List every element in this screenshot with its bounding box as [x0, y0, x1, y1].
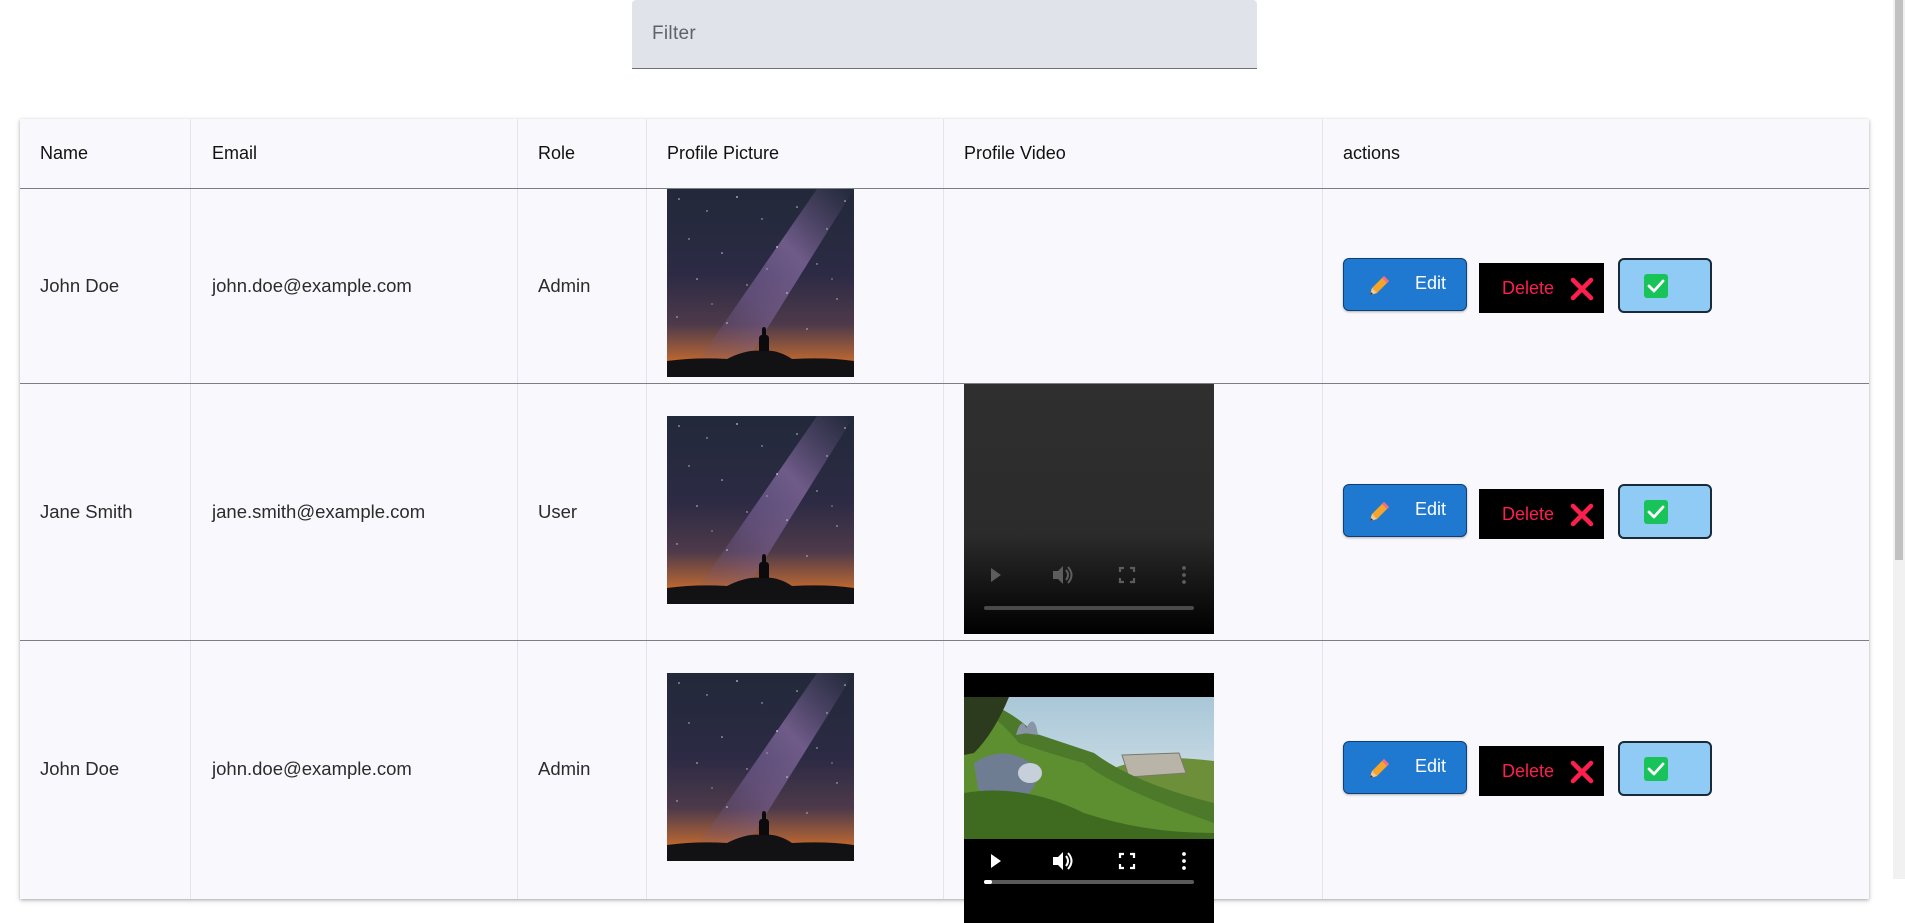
profile-picture [667, 189, 854, 377]
confirm-button[interactable] [1618, 484, 1712, 539]
edit-button[interactable]: Edit [1343, 741, 1467, 794]
column-divider [190, 119, 191, 899]
edit-button-label: Edit [1415, 756, 1447, 776]
users-table: Name Email Role Profile Picture Profile … [20, 119, 1869, 923]
delete-button-label: Delete [1502, 504, 1555, 524]
edit-button-label: Edit [1415, 499, 1447, 519]
cell-role: Admin [538, 758, 591, 779]
video-progress-bar [984, 880, 1194, 884]
more-options-icon [1182, 852, 1186, 870]
column-divider [943, 119, 944, 899]
confirm-button[interactable] [1618, 741, 1712, 796]
cell-email: john.doe@example.com [212, 758, 412, 779]
edit-button[interactable]: Edit [1343, 484, 1467, 537]
cell-name: Jane Smith [40, 501, 133, 522]
profile-video-player[interactable] [964, 673, 1214, 923]
more-options-icon [1182, 566, 1186, 584]
header-role: Role [538, 143, 576, 163]
check-mark-icon [1644, 274, 1668, 298]
delete-button[interactable]: Delete [1479, 746, 1604, 796]
profile-video-player[interactable] [964, 384, 1214, 634]
header-email: Email [212, 143, 258, 163]
filter-field[interactable] [632, 0, 1257, 69]
page-scrollbar[interactable] [1893, 0, 1905, 879]
profile-picture [667, 416, 854, 604]
column-divider [1322, 119, 1323, 899]
pencil-icon [1370, 502, 1389, 521]
delete-button-label: Delete [1502, 278, 1555, 298]
cross-mark-icon [1570, 760, 1594, 784]
cell-email: john.doe@example.com [212, 275, 412, 296]
header-actions: actions [1343, 143, 1401, 163]
delete-button-label: Delete [1502, 761, 1555, 781]
delete-button[interactable]: Delete [1479, 489, 1604, 539]
delete-button[interactable]: Delete [1479, 263, 1604, 313]
cell-name: John Doe [40, 758, 120, 779]
filter-input[interactable] [652, 20, 1232, 48]
header-name: Name [40, 143, 89, 163]
cross-mark-icon [1570, 503, 1594, 527]
pencil-icon [1370, 759, 1389, 778]
column-divider [517, 119, 518, 899]
cross-mark-icon [1570, 277, 1594, 301]
edit-button-label: Edit [1415, 273, 1447, 293]
cell-name: John Doe [40, 275, 120, 296]
cell-role: Admin [538, 275, 591, 296]
check-mark-icon [1644, 500, 1668, 524]
cell-email: jane.smith@example.com [212, 501, 426, 522]
header-profile-video: Profile Video [964, 143, 1066, 163]
scrollbar-thumb[interactable] [1895, 0, 1903, 560]
profile-picture [667, 673, 854, 861]
column-divider [646, 119, 647, 899]
header-profile-picture: Profile Picture [667, 143, 780, 163]
confirm-button[interactable] [1618, 258, 1712, 313]
edit-button[interactable]: Edit [1343, 258, 1467, 311]
pencil-icon [1370, 276, 1389, 295]
check-mark-icon [1644, 757, 1668, 781]
cell-role: User [538, 501, 578, 522]
video-progress-bar [984, 606, 1194, 610]
